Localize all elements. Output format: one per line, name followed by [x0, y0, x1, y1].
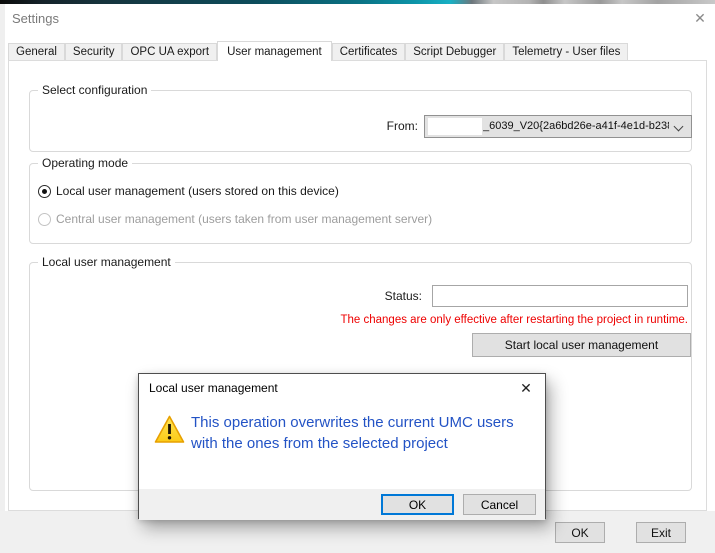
tab-opc-ua-export[interactable]: OPC UA export: [122, 43, 217, 60]
local-user-management-message-box: Local user management ✕ This operation o…: [138, 373, 546, 519]
message-box-cancel-button[interactable]: Cancel: [463, 494, 536, 515]
message-box-body: This operation overwrites the current UM…: [139, 402, 545, 489]
tab-certificates[interactable]: Certificates: [332, 43, 406, 60]
tab-general[interactable]: General: [8, 43, 65, 60]
select-configuration-group: Select configuration From: _6039_V20{2a6…: [29, 90, 692, 152]
status-label: Status:: [330, 289, 422, 303]
exit-button[interactable]: Exit: [636, 522, 686, 543]
group-legend: Operating mode: [38, 156, 132, 170]
window-frame-edge: [0, 4, 5, 511]
message-line-1: This operation overwrites the current UM…: [191, 412, 539, 433]
radio-label: Local user management (users stored on t…: [56, 184, 339, 198]
tab-strip: General Security OPC UA export User mana…: [8, 40, 628, 61]
redaction-patch: [428, 118, 482, 135]
radio-label: Central user management (users taken fro…: [56, 212, 432, 226]
status-input[interactable]: [432, 285, 688, 307]
radio-checked-icon[interactable]: [38, 185, 51, 198]
message-box-text: This operation overwrites the current UM…: [191, 412, 539, 454]
combobox-value: _6039_V20{2a6bd26e-a41f-4e1d-b238-10ec4a…: [483, 116, 669, 137]
message-box-ok-button[interactable]: OK: [381, 494, 454, 515]
configuration-combobox[interactable]: _6039_V20{2a6bd26e-a41f-4e1d-b238-10ec4a…: [424, 115, 692, 138]
operating-mode-group: Operating mode Local user management (us…: [29, 163, 692, 244]
close-icon[interactable]: ✕: [690, 8, 710, 28]
message-box-titlebar: Local user management ✕: [139, 374, 545, 402]
message-box-footer: OK Cancel: [139, 489, 545, 520]
radio-disabled-icon: [38, 213, 51, 226]
tab-script-debugger[interactable]: Script Debugger: [405, 43, 504, 60]
message-box-title: Local user management: [149, 381, 278, 395]
tab-user-management[interactable]: User management: [217, 41, 332, 61]
ok-button[interactable]: OK: [555, 522, 605, 543]
runtime-warning-text: The changes are only effective after res…: [340, 314, 688, 326]
window-title: Settings: [12, 11, 59, 26]
radio-central-user-management: Central user management (users taken fro…: [38, 212, 432, 226]
close-icon[interactable]: ✕: [516, 378, 536, 398]
from-label: From:: [330, 119, 418, 133]
group-legend: Select configuration: [38, 83, 151, 97]
chevron-down-icon[interactable]: [674, 122, 684, 132]
tab-telemetry-user-files[interactable]: Telemetry - User files: [504, 43, 628, 60]
background-apps-strip: [0, 0, 715, 4]
start-local-user-management-button[interactable]: Start local user management: [472, 333, 691, 357]
group-legend: Local user management: [38, 255, 175, 269]
warning-triangle-icon: [154, 415, 185, 444]
message-line-2: with the ones from the selected project: [191, 433, 539, 454]
screen: Settings ✕ General Security OPC UA expor…: [0, 0, 715, 553]
tab-security[interactable]: Security: [65, 43, 123, 60]
radio-local-user-management[interactable]: Local user management (users stored on t…: [38, 184, 339, 198]
